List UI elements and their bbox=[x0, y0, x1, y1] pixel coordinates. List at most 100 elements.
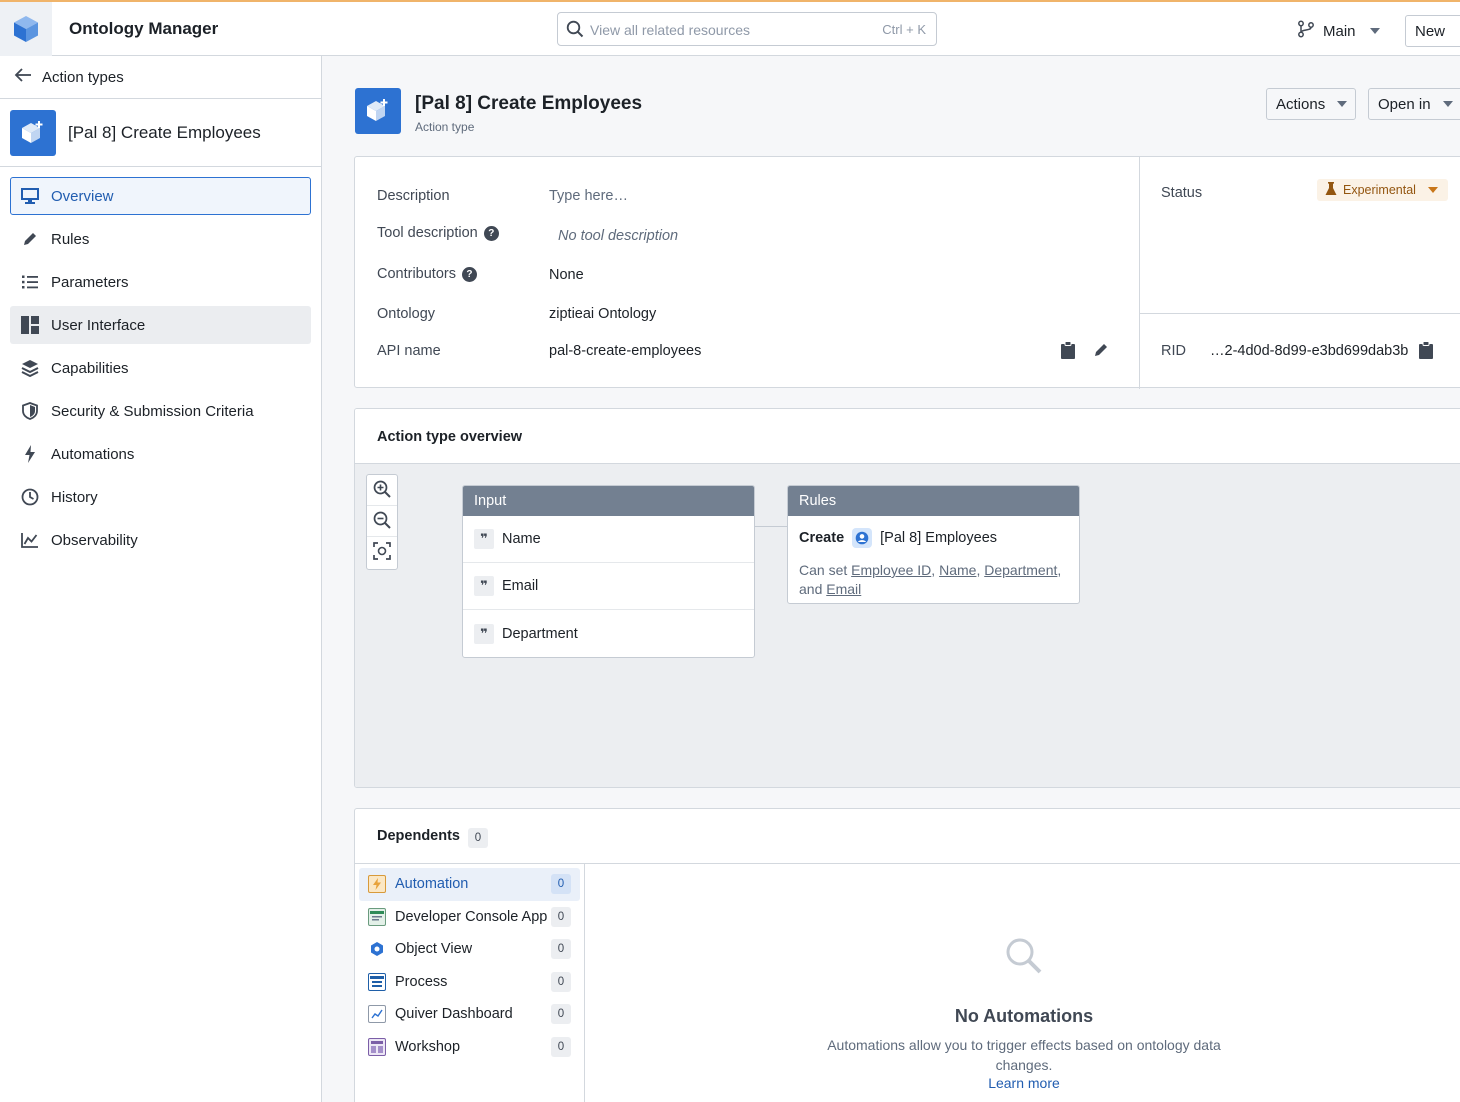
ontology-label: Ontology bbox=[377, 306, 436, 322]
input-node-title: Input bbox=[463, 486, 754, 516]
rule-and: and bbox=[799, 581, 823, 597]
caret-down-icon bbox=[1337, 101, 1348, 107]
clipboard-icon[interactable] bbox=[1061, 341, 1075, 362]
sidebar-item-rules[interactable]: Rules bbox=[10, 220, 311, 258]
field-link[interactable]: Department bbox=[984, 562, 1057, 578]
dependent-count: 0 bbox=[551, 906, 571, 927]
ontology-value[interactable]: ziptieai Ontology bbox=[549, 306, 656, 322]
rule-fields: Can set Employee ID, Name, Department, a… bbox=[799, 562, 1062, 597]
sidebar-item-observability[interactable]: Observability bbox=[10, 521, 311, 559]
process-icon bbox=[368, 972, 386, 991]
pencil-icon[interactable] bbox=[1093, 342, 1109, 361]
branch-selector[interactable]: Main bbox=[1297, 20, 1380, 42]
dependents-title: Dependents bbox=[377, 828, 460, 844]
sidebar-item-label: Capabilities bbox=[51, 359, 129, 377]
empty-title: No Automations bbox=[954, 1006, 1094, 1026]
dependent-count: 0 bbox=[551, 1036, 571, 1057]
zoom-out-button[interactable] bbox=[367, 506, 397, 537]
input-row-department[interactable]: ❞ Department bbox=[463, 610, 754, 657]
tool-description-label: Tool description ? bbox=[377, 225, 499, 241]
tool-description-value[interactable]: No tool description bbox=[558, 228, 678, 244]
resource-title: [Pal 8] Create Employees bbox=[68, 122, 261, 142]
input-label: Department bbox=[502, 625, 578, 642]
quote-icon: ❞ bbox=[474, 576, 494, 596]
learn-more-link[interactable]: Learn more bbox=[585, 1075, 1460, 1091]
sidebar-nav: Overview Rules Parameters User Interface… bbox=[0, 167, 321, 559]
dependent-item-developer-console-app[interactable]: Developer Console App 0 bbox=[359, 901, 580, 934]
sidebar-item-label: Parameters bbox=[51, 273, 129, 291]
input-label: Name bbox=[502, 531, 541, 547]
dependent-label: Developer Console App bbox=[395, 908, 548, 925]
search-input[interactable]: View all related resources Ctrl + K bbox=[557, 12, 937, 46]
sidebar-item-overview[interactable]: Overview bbox=[10, 177, 311, 215]
branch-label: Main bbox=[1323, 22, 1356, 40]
divider bbox=[1139, 157, 1140, 389]
branch-icon bbox=[1297, 20, 1315, 42]
main-content: [Pal 8] Create Employees Action type Act… bbox=[322, 56, 1460, 1102]
sidebar-item-history[interactable]: History bbox=[10, 478, 311, 516]
fit-view-button[interactable] bbox=[367, 537, 397, 568]
sidebar-item-security[interactable]: Security & Submission Criteria bbox=[10, 392, 311, 430]
resource-header: [Pal 8] Create Employees bbox=[0, 99, 321, 167]
actions-button-label: Actions bbox=[1276, 95, 1326, 113]
dependent-item-automation[interactable]: Automation 0 bbox=[359, 868, 580, 901]
sidebar-item-label: Overview bbox=[51, 187, 114, 205]
api-name-label: API name bbox=[377, 343, 441, 359]
input-row-name[interactable]: ❞ Name bbox=[463, 516, 754, 563]
input-label: Email bbox=[502, 578, 539, 594]
help-icon[interactable]: ? bbox=[461, 266, 477, 282]
search-placeholder: View all related resources bbox=[590, 22, 751, 38]
description-input[interactable]: Type here… bbox=[549, 188, 628, 204]
rules-node[interactable]: Rules Create [Pal 8] Employees Can set E… bbox=[787, 485, 1080, 604]
new-button[interactable]: New bbox=[1405, 15, 1460, 47]
status-label: Status bbox=[1161, 185, 1203, 201]
zoom-in-icon bbox=[373, 480, 391, 501]
sidebar-item-parameters[interactable]: Parameters bbox=[10, 263, 311, 301]
quote-icon: ❞ bbox=[474, 623, 494, 644]
dependent-item-workshop[interactable]: Workshop 0 bbox=[359, 1031, 580, 1064]
help-icon[interactable]: ? bbox=[483, 225, 499, 241]
list-icon bbox=[21, 273, 39, 291]
dependent-label: Object View bbox=[395, 941, 473, 958]
input-row-email[interactable]: ❞ Email bbox=[463, 563, 754, 610]
quote-icon: ❞ bbox=[474, 529, 494, 549]
empty-state: No Automations Automations allow you to … bbox=[585, 864, 1460, 1102]
clipboard-icon[interactable] bbox=[1419, 341, 1433, 362]
field-link[interactable]: Email bbox=[826, 581, 861, 597]
new-button-label: New bbox=[1415, 23, 1446, 40]
field-link[interactable]: Name bbox=[939, 562, 976, 578]
field-link[interactable]: Employee ID bbox=[851, 562, 931, 578]
sidebar-item-label: History bbox=[51, 488, 98, 506]
rule-verb: Create bbox=[799, 530, 845, 546]
dependent-item-process[interactable]: Process 0 bbox=[359, 966, 580, 999]
dependent-count: 0 bbox=[551, 971, 571, 992]
overview-canvas[interactable]: Input ❞ Name ❞ Email ❞ Department Rules … bbox=[355, 464, 1460, 787]
rule-object[interactable]: [Pal 8] Employees bbox=[880, 530, 997, 546]
quiver-icon bbox=[368, 1005, 386, 1024]
zoom-in-button[interactable] bbox=[367, 475, 397, 506]
dependent-label: Process bbox=[395, 973, 448, 990]
dependent-item-quiver-dashboard[interactable]: Quiver Dashboard 0 bbox=[359, 998, 580, 1031]
input-node[interactable]: Input ❞ Name ❞ Email ❞ Department bbox=[462, 485, 755, 658]
sidebar-item-automations[interactable]: Automations bbox=[10, 435, 311, 473]
object-type-icon bbox=[852, 528, 873, 548]
dependent-item-object-view[interactable]: Object View 0 bbox=[359, 933, 580, 966]
open-in-button[interactable]: Open in bbox=[1368, 88, 1460, 120]
sidebar-item-capabilities[interactable]: Capabilities bbox=[10, 349, 311, 387]
back-to-action-types[interactable]: Action types bbox=[0, 56, 321, 99]
app-logo-icon[interactable] bbox=[0, 2, 52, 56]
zoom-out-icon bbox=[373, 511, 391, 532]
dependents-header: Dependents 0 bbox=[355, 809, 1460, 864]
actions-button[interactable]: Actions bbox=[1266, 88, 1356, 120]
api-name-value: pal-8-create-employees bbox=[549, 343, 702, 359]
search-shortcut: Ctrl + K bbox=[882, 22, 926, 37]
caret-down-icon bbox=[1442, 101, 1453, 107]
dependent-label: Quiver Dashboard bbox=[395, 1006, 513, 1023]
sidebar-item-user-interface[interactable]: User Interface bbox=[10, 306, 311, 344]
search-empty-icon bbox=[1005, 937, 1043, 978]
status-badge[interactable]: Experimental bbox=[1317, 179, 1448, 201]
flask-icon bbox=[1325, 181, 1337, 199]
node-connector bbox=[755, 526, 787, 527]
dependent-label: Automation bbox=[395, 876, 469, 893]
layout-icon bbox=[21, 316, 39, 334]
